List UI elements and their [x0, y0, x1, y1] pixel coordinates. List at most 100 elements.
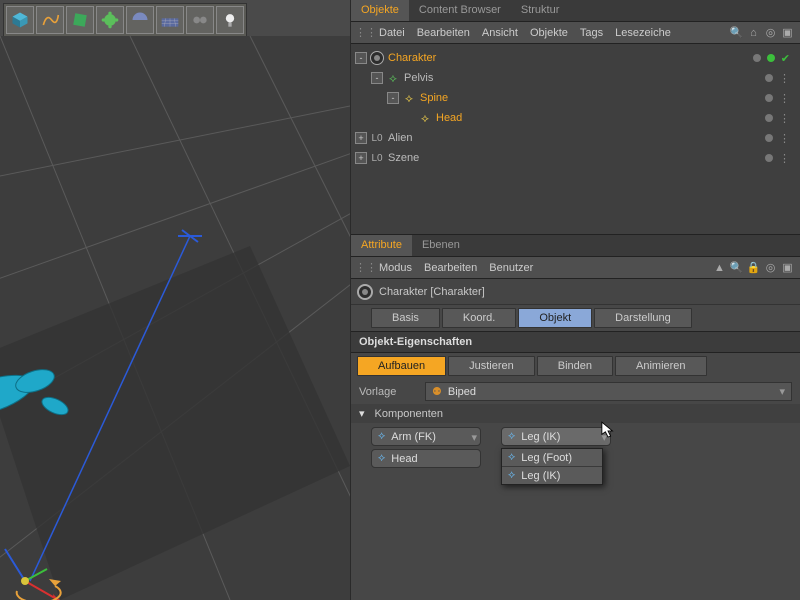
component-chip[interactable]: ⟡Arm (FK)▾ [371, 427, 481, 446]
tree-label[interactable]: Pelvis [404, 72, 433, 84]
attr-object-header: Charakter [Charakter] [351, 279, 800, 305]
attribute-tabs: Attribute Ebenen [351, 235, 800, 257]
eye-icon[interactable]: ◎ [764, 26, 777, 39]
leg-dropdown-popup: ⟡ Leg (Foot) ⟡Leg (IK) [501, 448, 603, 485]
tree-row[interactable]: -⟡Spine⋮ [351, 88, 800, 108]
expander-icon[interactable]: + [355, 152, 367, 164]
pill-basis[interactable]: Basis [371, 308, 440, 328]
tool-camera[interactable] [186, 6, 214, 34]
grip-icon: ⋮⋮ [355, 261, 367, 274]
expander-icon[interactable]: + [355, 132, 367, 144]
viewport-3d[interactable] [0, 36, 350, 600]
menu-view[interactable]: Ansicht [482, 27, 518, 39]
tag-dots[interactable]: ⋮ [779, 92, 790, 105]
pin-icon[interactable]: ◎ [764, 261, 777, 274]
tree-label[interactable]: Head [436, 112, 462, 124]
search-icon[interactable]: 🔍 [730, 261, 743, 274]
nav-up-icon[interactable]: ▲ [713, 261, 726, 274]
home-icon[interactable]: ⌂ [747, 26, 760, 39]
chip-label: Arm (FK) [391, 431, 436, 443]
chevron-down-icon[interactable]: ▾ [601, 431, 607, 444]
tab-content-browser[interactable]: Content Browser [409, 0, 511, 21]
tool-spline[interactable] [36, 6, 64, 34]
biped-icon: ⚉ [432, 385, 442, 398]
visibility-dot[interactable] [765, 94, 773, 102]
tab-attribute[interactable]: Attribute [351, 235, 412, 256]
menu-file[interactable]: Datei [379, 27, 405, 39]
chip-leg-ik[interactable]: ⟡ Leg (IK) ▾ [501, 427, 611, 446]
tree-row[interactable]: ⟡Head⋮ [351, 108, 800, 128]
visibility-dot[interactable] [765, 134, 773, 142]
tree-label[interactable]: Spine [420, 92, 448, 104]
pill-display[interactable]: Darstellung [594, 308, 692, 328]
object-type-icon: ⟡ [385, 70, 401, 86]
popup-item[interactable]: ⟡ Leg (Foot) [502, 449, 602, 467]
template-dropdown[interactable]: ⚉ Biped [425, 382, 792, 401]
tab-objects[interactable]: Objekte [351, 0, 409, 21]
mode-adjust[interactable]: Justieren [448, 356, 535, 376]
tag-dots[interactable]: ⋮ [779, 72, 790, 85]
attr-main-tabs: Basis Koord. Objekt Darstellung [351, 305, 800, 331]
right-panels: Objekte Content Browser Struktur ⋮⋮ Date… [350, 0, 800, 600]
menu-edit[interactable]: Bearbeiten [417, 27, 470, 39]
render-dot[interactable] [767, 54, 775, 62]
tree-row[interactable]: +L0Alien⋮ [351, 128, 800, 148]
tag-dots[interactable]: ⋮ [779, 112, 790, 125]
mode-animate[interactable]: Animieren [615, 356, 707, 376]
left-chip-column: ⟡ Arm (FK) ▾ ⟡ Head [371, 427, 481, 468]
tree-row[interactable]: - Charakter ✔ [351, 48, 800, 68]
section-object-properties: Objekt-Eigenschaften [351, 331, 800, 353]
visibility-dot[interactable] [765, 74, 773, 82]
lock-icon[interactable]: 🔒 [747, 261, 760, 274]
menu-objects[interactable]: Objekte [530, 27, 568, 39]
tab-layers[interactable]: Ebenen [412, 235, 470, 256]
chip-label: Head [391, 453, 417, 465]
component-chip[interactable]: ⟡ Head [371, 449, 481, 468]
twisty-icon[interactable]: ▾ [359, 407, 365, 420]
expander-icon[interactable]: - [355, 52, 367, 64]
tool-sky[interactable] [126, 6, 154, 34]
tool-deformer[interactable] [66, 6, 94, 34]
tag-dots[interactable]: ⋮ [779, 132, 790, 145]
tab-structure[interactable]: Struktur [511, 0, 570, 21]
expand-icon[interactable]: ▣ [781, 26, 794, 39]
tree-label[interactable]: Alien [388, 132, 412, 144]
tag-dots[interactable]: ⋮ [779, 152, 790, 165]
pill-object[interactable]: Objekt [518, 308, 592, 328]
object-tree[interactable]: -Charakter✔-⟡Pelvis⋮-⟡Spine⋮⟡Head⋮+L0Ali… [351, 44, 800, 234]
menu-edit2[interactable]: Bearbeiten [424, 262, 477, 274]
visibility-dot[interactable] [765, 154, 773, 162]
menu-mode[interactable]: Modus [379, 262, 412, 274]
tool-floor[interactable] [156, 6, 184, 34]
tree-row[interactable]: +L0Szene⋮ [351, 148, 800, 168]
bone-icon: ⟡ [508, 451, 515, 464]
popup-label: Leg (Foot) [521, 452, 572, 464]
menu-user[interactable]: Benutzer [489, 262, 533, 274]
visibility-dot[interactable] [765, 114, 773, 122]
mode-bind[interactable]: Binden [537, 356, 613, 376]
menu-bookmarks[interactable]: Lesezeiche [615, 27, 671, 39]
expand-icon[interactable]: ▣ [781, 261, 794, 274]
bone-icon: ⟡ [378, 452, 385, 465]
popup-item[interactable]: ⟡Leg (IK) [502, 467, 602, 484]
mode-build[interactable]: Aufbauen [357, 356, 446, 376]
expander-icon[interactable]: - [371, 72, 383, 84]
template-row: Vorlage ⚉ Biped [351, 379, 800, 404]
character-icon [357, 284, 373, 300]
tree-label[interactable]: Szene [388, 152, 419, 164]
attr-mode-tabs: Aufbauen Justieren Binden Animieren [351, 353, 800, 379]
tree-label[interactable]: Charakter [388, 52, 436, 64]
pill-coord[interactable]: Koord. [442, 308, 516, 328]
chevron-down-icon[interactable]: ▾ [471, 431, 477, 444]
tool-cube[interactable] [6, 6, 34, 34]
tree-row[interactable]: -⟡Pelvis ⋮ [351, 68, 800, 88]
visibility-dot[interactable] [753, 54, 761, 62]
search-icon[interactable]: 🔍 [730, 26, 743, 39]
tool-light[interactable] [216, 6, 244, 34]
menu-tags[interactable]: Tags [580, 27, 603, 39]
expander-icon[interactable]: - [387, 92, 399, 104]
template-label: Vorlage [359, 386, 419, 398]
check-icon: ✔ [781, 52, 790, 65]
tool-generator[interactable] [96, 6, 124, 34]
components-header[interactable]: ▾ Komponenten [351, 404, 800, 423]
